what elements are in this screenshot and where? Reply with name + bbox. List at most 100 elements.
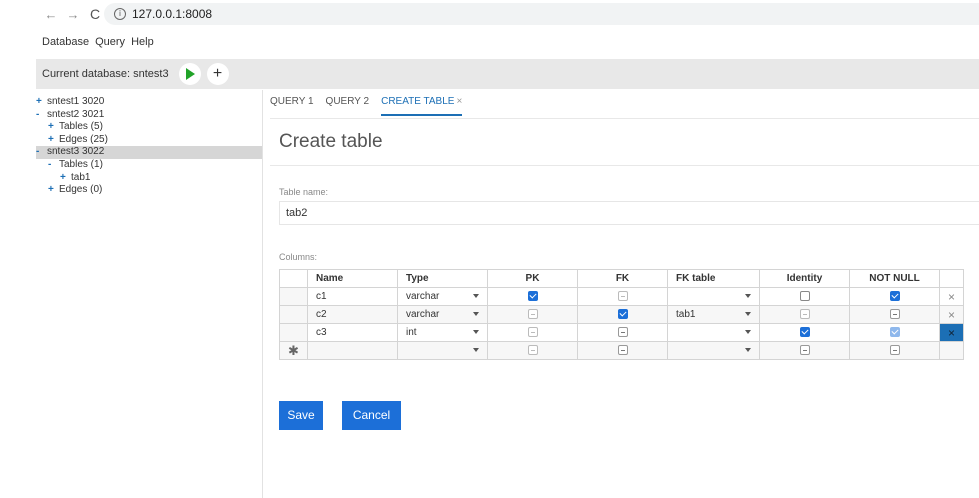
reload-icon[interactable]: C	[84, 6, 106, 22]
header-name[interactable]: Name	[307, 269, 398, 288]
add-database-button[interactable]: +	[206, 63, 229, 85]
menu-database[interactable]: Database	[42, 36, 89, 52]
header-delete	[939, 269, 964, 288]
table-name-input[interactable]: tab2	[279, 201, 979, 225]
fk-checkbox[interactable]	[617, 291, 628, 302]
pk-checkbox[interactable]	[527, 345, 538, 356]
not-null-cell	[849, 341, 940, 360]
table-row: c2 varchar tab1 ×	[279, 305, 964, 324]
not-null-checkbox[interactable]	[889, 309, 900, 320]
back-arrow-icon[interactable]: ←	[40, 7, 62, 22]
info-icon[interactable]: i	[114, 8, 126, 20]
fk-table-select[interactable]: tab1	[667, 305, 760, 324]
column-type-select[interactable]: varchar	[397, 305, 488, 324]
column-name-cell[interactable]: c1	[307, 287, 398, 306]
collapse-icon[interactable]: -	[48, 159, 56, 172]
header-identity[interactable]: Identity	[759, 269, 850, 288]
tree-item[interactable]: - sntest2 3021	[36, 109, 262, 122]
delete-row-button[interactable]: ×	[939, 305, 964, 324]
header-fk[interactable]: FK	[577, 269, 668, 288]
header-type[interactable]: Type	[397, 269, 488, 288]
expand-icon[interactable]: +	[48, 121, 56, 134]
column-name-cell[interactable]	[307, 341, 398, 360]
delete-row-button[interactable]: ×	[939, 323, 964, 342]
tree-item-label: sntest1 3020	[47, 96, 105, 107]
row-header[interactable]	[279, 323, 308, 342]
chevron-down-icon	[473, 330, 479, 334]
expand-icon[interactable]: +	[48, 184, 56, 197]
header-not-null[interactable]: NOT NULL	[849, 269, 940, 288]
tree-item-label: sntest3 3022	[47, 146, 105, 158]
column-type-select[interactable]: varchar	[397, 287, 488, 306]
run-button[interactable]	[178, 63, 201, 85]
column-type-select[interactable]: int	[397, 323, 488, 342]
column-name-cell[interactable]: c2	[307, 305, 398, 324]
tree-item[interactable]: + tab1	[36, 172, 262, 185]
play-icon	[186, 68, 196, 80]
fk-table-value: tab1	[676, 309, 696, 320]
columns-grid: Name Type PK FK FK table Identity NOT NU…	[279, 269, 964, 360]
tab-create-table[interactable]: CREATE TABLE ×	[381, 96, 463, 116]
tab-label: QUERY 2	[325, 96, 370, 107]
close-tab-icon[interactable]: ×	[456, 96, 462, 107]
header-fk-table[interactable]: FK table	[667, 269, 760, 288]
tab-label: CREATE TABLE	[381, 96, 455, 107]
fk-cell	[577, 287, 668, 306]
tree-item[interactable]: + Tables (5)	[36, 121, 262, 134]
pk-checkbox[interactable]	[527, 291, 538, 302]
type-value: int	[406, 327, 417, 338]
column-type-select[interactable]	[397, 341, 488, 360]
new-row-marker: ✱	[279, 341, 308, 360]
collapse-icon[interactable]: -	[36, 146, 44, 159]
tab-query-2[interactable]: QUERY 2	[326, 96, 370, 116]
expand-icon[interactable]: +	[60, 172, 68, 185]
table-row: c1 varchar ×	[279, 287, 964, 306]
fk-table-select[interactable]	[667, 287, 760, 306]
new-row: ✱	[279, 341, 964, 360]
identity-checkbox[interactable]	[799, 291, 810, 302]
not-null-cell	[849, 305, 940, 324]
pk-checkbox[interactable]	[527, 327, 538, 338]
expand-icon[interactable]: +	[48, 134, 56, 147]
fk-checkbox[interactable]	[617, 345, 628, 356]
chevron-down-icon	[745, 312, 751, 316]
row-header[interactable]	[279, 287, 308, 306]
not-null-checkbox[interactable]	[889, 345, 900, 356]
fk-table-select[interactable]	[667, 341, 760, 360]
fk-table-select[interactable]	[667, 323, 760, 342]
address-bar[interactable]: i 127.0.0.1:8008	[104, 3, 979, 25]
tree-item-label: tab1	[71, 171, 91, 183]
not-null-checkbox[interactable]	[889, 327, 900, 338]
identity-cell	[759, 287, 850, 306]
collapse-icon[interactable]: -	[36, 109, 44, 122]
save-button[interactable]: Save	[279, 401, 323, 430]
tree-item[interactable]: + sntest1 3020	[36, 96, 262, 109]
column-name-cell[interactable]: c3	[307, 323, 398, 342]
cancel-button[interactable]: Cancel	[342, 401, 401, 430]
pk-cell	[487, 341, 578, 360]
fk-cell	[577, 305, 668, 324]
type-value: varchar	[406, 291, 440, 302]
identity-checkbox[interactable]	[799, 345, 810, 356]
table-name-label: Table name:	[279, 187, 329, 197]
tree-item[interactable]: + Edges (0)	[36, 184, 262, 197]
tree-item[interactable]: - Tables (1)	[36, 159, 262, 172]
fk-checkbox[interactable]	[617, 327, 628, 338]
forward-arrow-icon[interactable]: →	[62, 7, 84, 22]
menu-help[interactable]: Help	[131, 36, 154, 52]
identity-checkbox[interactable]	[799, 309, 810, 320]
columns-label: Columns:	[279, 252, 318, 262]
pk-cell	[487, 287, 578, 306]
row-header[interactable]	[279, 305, 308, 324]
menu-query[interactable]: Query	[95, 36, 125, 52]
tree-item[interactable]: + Edges (25)	[36, 134, 262, 147]
tree-item[interactable]: - sntest3 3022	[36, 146, 262, 159]
tab-query-1[interactable]: QUERY 1	[270, 96, 314, 116]
header-pk[interactable]: PK	[487, 269, 578, 288]
delete-row-button[interactable]: ×	[939, 287, 964, 306]
not-null-checkbox[interactable]	[889, 291, 900, 302]
identity-checkbox[interactable]	[799, 327, 810, 338]
pk-checkbox[interactable]	[527, 309, 538, 320]
fk-checkbox[interactable]	[617, 309, 628, 320]
expand-icon[interactable]: +	[36, 96, 44, 109]
